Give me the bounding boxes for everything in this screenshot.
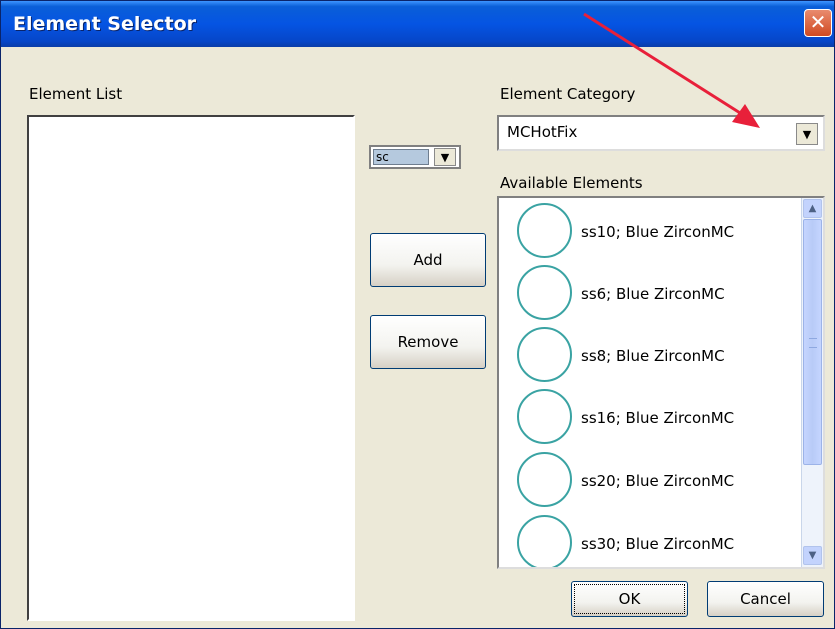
- list-item-label: ss30; Blue ZirconMC: [581, 535, 735, 553]
- small-select-dropdown-button[interactable]: ▼: [434, 148, 456, 166]
- chevron-down-icon: ▼: [440, 151, 450, 164]
- circle-icon: [517, 452, 572, 507]
- element-category-value: MCHotFix: [507, 123, 578, 141]
- scrollbar-thumb[interactable]: [803, 219, 822, 465]
- list-item[interactable]: ss20; Blue ZirconMC: [517, 452, 807, 514]
- title-bar[interactable]: Element Selector ✕: [1, 1, 834, 47]
- cancel-button[interactable]: Cancel: [707, 581, 824, 617]
- circle-icon: [517, 327, 572, 382]
- chevron-up-icon: ▲: [808, 203, 817, 214]
- circle-icon: [517, 203, 572, 258]
- list-item-label: ss8; Blue ZirconMC: [581, 347, 725, 365]
- list-item-label: ss20; Blue ZirconMC: [581, 472, 735, 490]
- element-selector-window: Element Selector ✕ Element List sc ▼ Add…: [0, 0, 835, 629]
- remove-button[interactable]: Remove: [370, 315, 486, 369]
- scroll-up-button[interactable]: ▲: [803, 199, 822, 218]
- available-elements-list[interactable]: ss10; Blue ZirconMC ss6; Blue ZirconMC s…: [497, 196, 825, 569]
- list-item[interactable]: ss10; Blue ZirconMC: [517, 203, 807, 265]
- chevron-down-icon: ▼: [802, 128, 812, 141]
- ok-button[interactable]: OK: [571, 581, 688, 617]
- list-item[interactable]: ss16; Blue ZirconMC: [517, 389, 807, 451]
- element-list-label: Element List: [29, 85, 123, 103]
- chevron-down-icon: ▼: [808, 550, 817, 561]
- element-category-select[interactable]: MCHotFix ▼: [497, 115, 825, 151]
- available-elements-label: Available Elements: [500, 174, 643, 192]
- window-title: Element Selector: [13, 13, 197, 35]
- element-category-label: Element Category: [500, 85, 636, 103]
- list-item[interactable]: ss30; Blue ZirconMC: [517, 515, 807, 567]
- list-item-label: ss6; Blue ZirconMC: [581, 285, 725, 303]
- circle-icon: [517, 265, 572, 320]
- list-item[interactable]: ss6; Blue ZirconMC: [517, 265, 807, 327]
- list-item[interactable]: ss8; Blue ZirconMC: [517, 327, 807, 389]
- grip-icon: [809, 338, 817, 348]
- scroll-down-button[interactable]: ▼: [803, 546, 822, 565]
- small-select-value: sc: [373, 149, 429, 165]
- list-item-label: ss16; Blue ZirconMC: [581, 409, 735, 427]
- list-item-label: ss10; Blue ZirconMC: [581, 223, 735, 241]
- small-select[interactable]: sc ▼: [369, 145, 461, 169]
- vertical-scrollbar[interactable]: ▲ ▼: [801, 198, 823, 567]
- element-category-dropdown-button[interactable]: ▼: [796, 123, 818, 145]
- circle-icon: [517, 515, 572, 567]
- circle-icon: [517, 389, 572, 444]
- element-list[interactable]: [27, 115, 355, 621]
- add-button[interactable]: Add: [370, 233, 486, 287]
- close-icon: ✕: [809, 10, 827, 34]
- close-button[interactable]: ✕: [804, 9, 832, 37]
